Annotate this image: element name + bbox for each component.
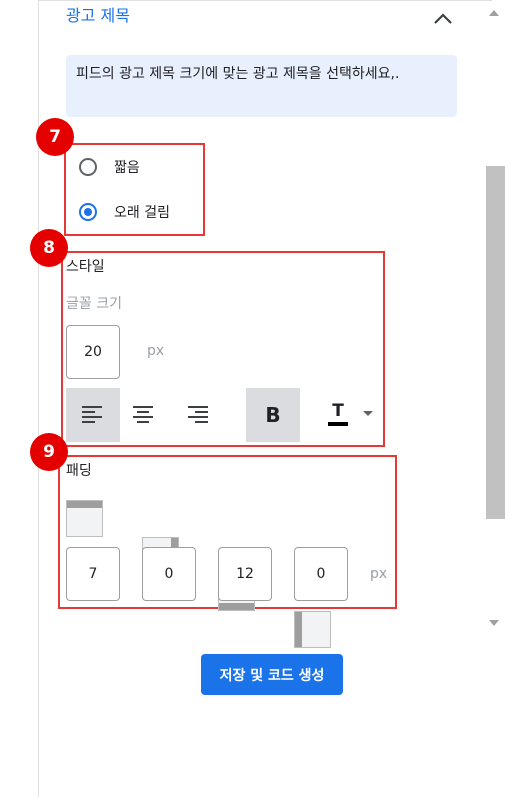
align-right-icon [188, 406, 208, 423]
padding-right-input[interactable]: 0 [142, 547, 196, 601]
info-message: 피드의 광고 제목 크기에 맞는 광고 제목을 선택하세요,. [66, 55, 457, 117]
font-size-label: 글꼴 크기 [66, 296, 122, 312]
radio-label: 오래 걸림 [114, 205, 170, 221]
text-color-button[interactable]: T [322, 392, 378, 436]
collapse-button[interactable] [428, 4, 458, 32]
annotation-badge-9: 9 [30, 433, 68, 471]
scroll-up-icon [489, 10, 499, 16]
align-left-button[interactable] [66, 388, 120, 442]
text-color-icon: T [327, 402, 349, 426]
padding-left-input[interactable]: 0 [294, 547, 348, 601]
padding-unit: px [370, 566, 388, 582]
radio-button-selected[interactable] [79, 203, 97, 221]
font-size-unit: px [147, 343, 165, 359]
align-center-button[interactable] [120, 388, 166, 442]
dropdown-arrow-icon [363, 411, 373, 416]
padding-left-icon [294, 611, 331, 648]
radio-option-long[interactable]: 오래 걸림 [79, 202, 170, 222]
style-heading: 스타일 [66, 259, 105, 275]
padding-top-icon [66, 500, 103, 537]
scrollbar-thumb[interactable] [486, 166, 505, 519]
panel-left-border [38, 0, 39, 797]
text-color-swatch [328, 422, 348, 426]
font-size-input[interactable]: 20 [66, 325, 120, 379]
chevron-up-icon [434, 13, 452, 24]
align-left-icon [82, 406, 102, 423]
align-right-button[interactable] [174, 388, 220, 442]
scroll-up-arrow[interactable] [488, 7, 500, 19]
section-title: 광고 제목 [66, 6, 130, 25]
panel-top-border [39, 0, 492, 1]
padding-heading: 패딩 [66, 463, 92, 479]
save-and-generate-code-button[interactable]: 저장 및 코드 생성 [201, 654, 343, 695]
scroll-down-arrow[interactable] [488, 617, 500, 629]
annotation-badge-8: 8 [30, 229, 68, 267]
padding-top-input[interactable]: 7 [66, 547, 120, 601]
bold-button[interactable]: B [246, 388, 300, 442]
radio-button[interactable] [79, 158, 97, 176]
annotation-badge-7: 7 [36, 118, 74, 156]
align-center-icon [133, 406, 153, 423]
radio-label: 짧음 [114, 160, 140, 176]
radio-option-short[interactable]: 짧음 [79, 157, 140, 177]
bold-icon: B [265, 403, 281, 427]
scroll-down-icon [489, 620, 499, 626]
padding-bottom-input[interactable]: 12 [218, 547, 272, 601]
